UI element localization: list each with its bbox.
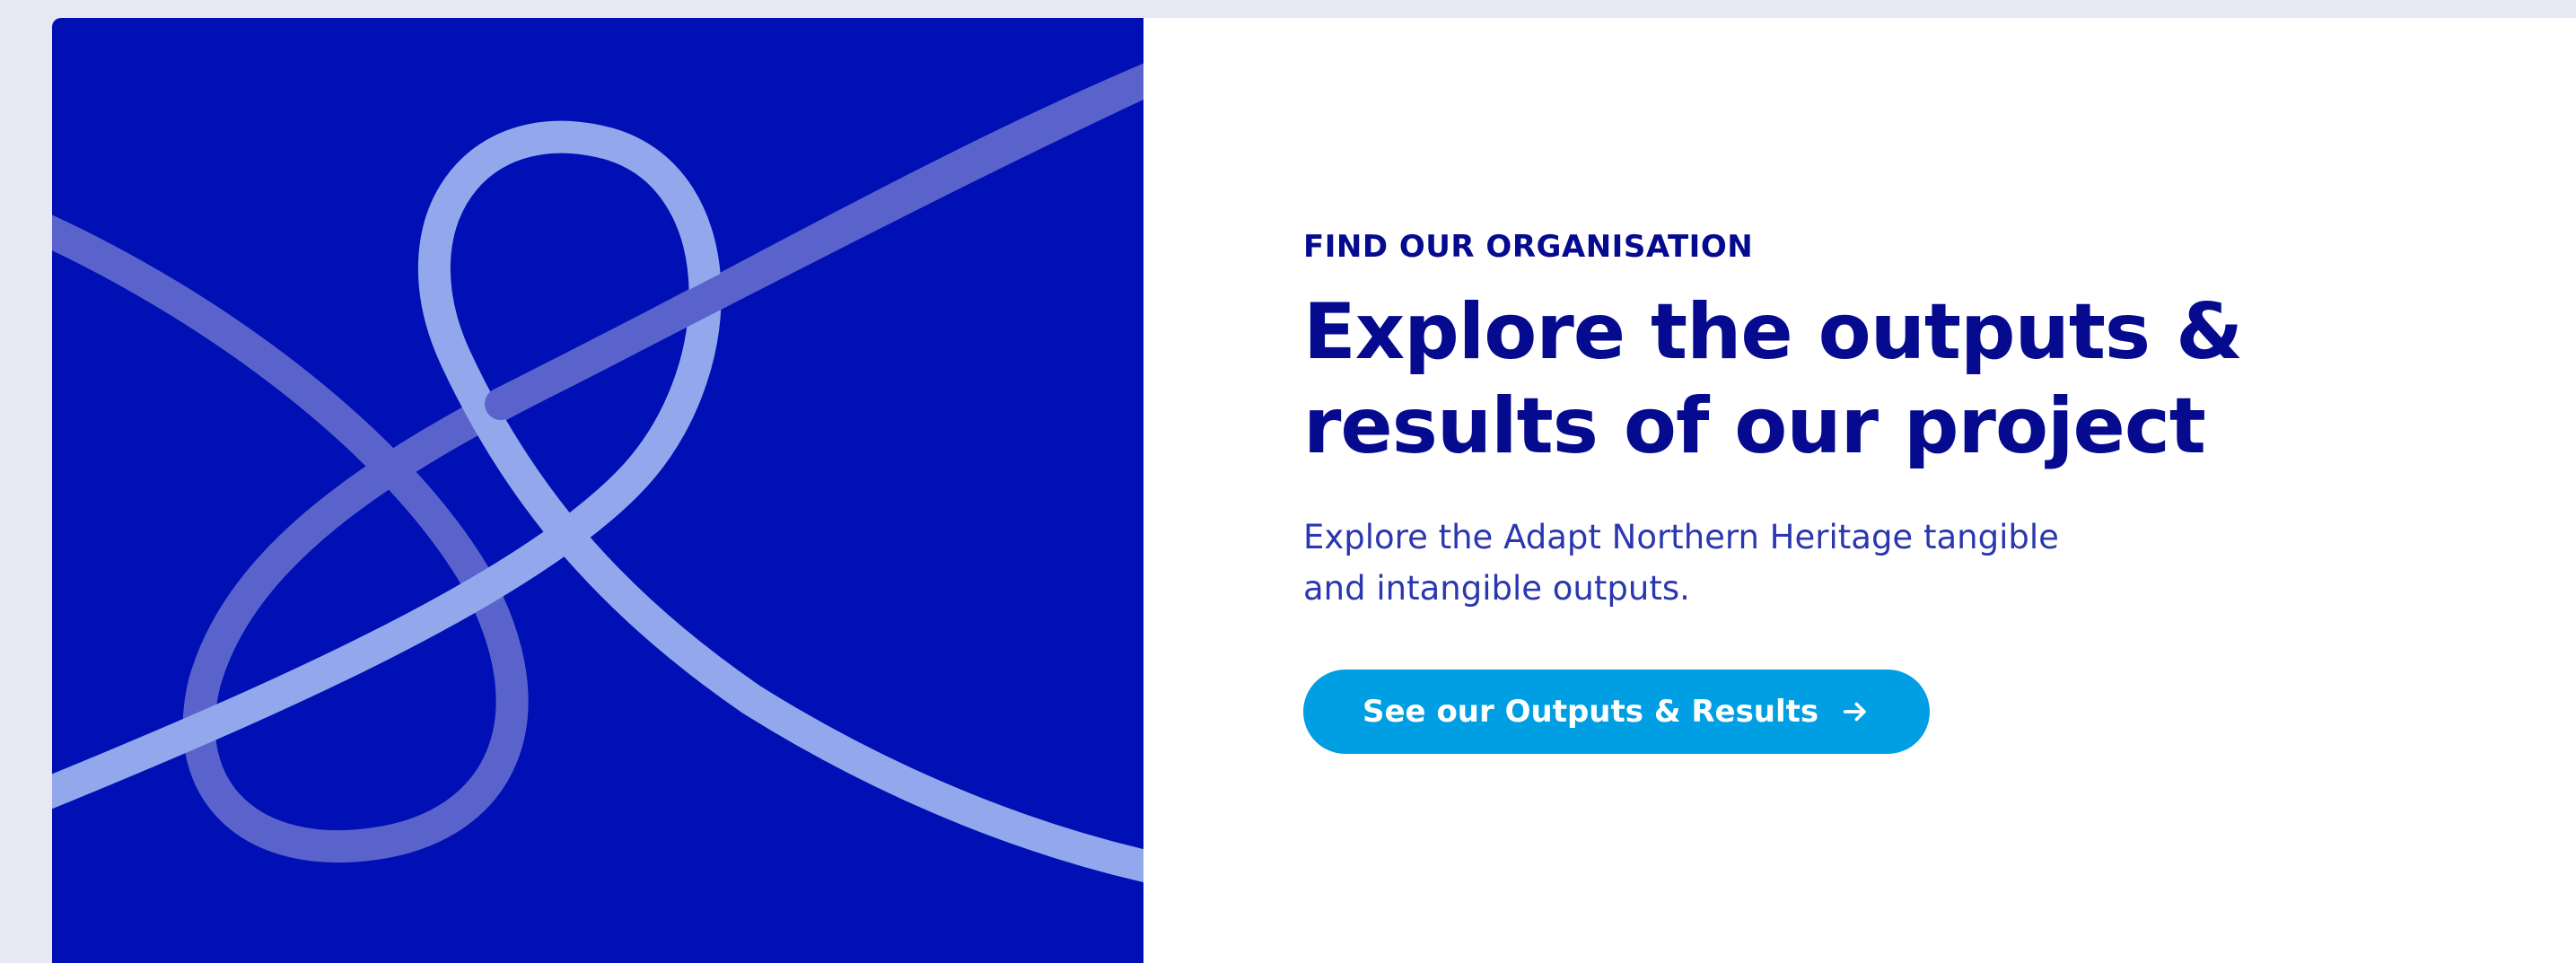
see-outputs-button[interactable]: See our Outputs & Results bbox=[1303, 670, 1931, 755]
hero-card: FIND OUR ORGANISATION Explore the output… bbox=[52, 18, 2576, 963]
description-line-1: Explore the Adapt Northern Heritage tang… bbox=[1303, 517, 2059, 556]
hero-content: FIND OUR ORGANISATION Explore the output… bbox=[1303, 229, 2291, 755]
ribbon-loop-graphic bbox=[52, 18, 1143, 963]
page-title: Explore the outputs & results of our pro… bbox=[1303, 285, 2291, 474]
section-eyebrow: FIND OUR ORGANISATION bbox=[1303, 229, 1754, 265]
hero-description: Explore the Adapt Northern Heritage tang… bbox=[1303, 512, 2111, 615]
title-line-1: Explore the outputs & bbox=[1303, 286, 2243, 377]
arrow-right-icon bbox=[1840, 696, 1871, 727]
title-line-2: results of our project bbox=[1303, 381, 2206, 471]
hero-illustration bbox=[52, 18, 1143, 963]
see-outputs-button-label: See our Outputs & Results bbox=[1362, 694, 1819, 731]
description-line-2: and intangible outputs. bbox=[1303, 568, 1690, 608]
